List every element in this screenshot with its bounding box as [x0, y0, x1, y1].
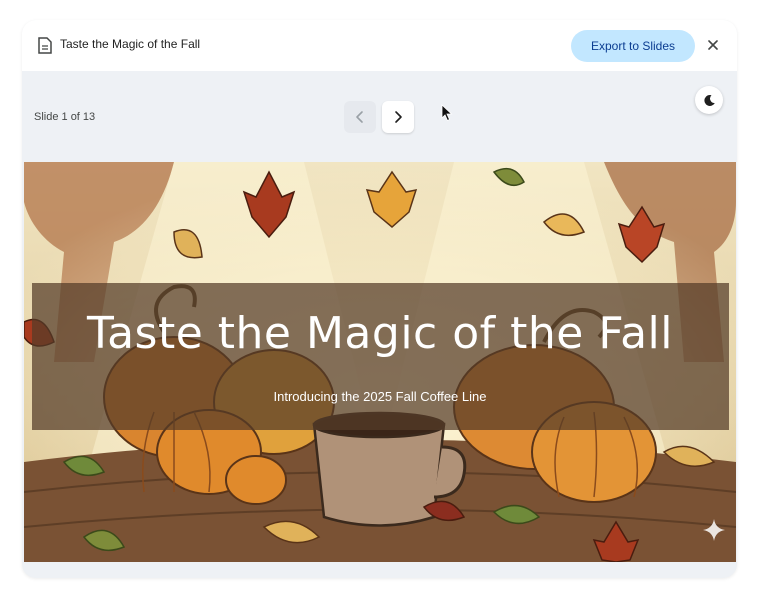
moon-icon — [703, 94, 715, 106]
dark-mode-toggle[interactable] — [695, 86, 723, 114]
close-icon — [708, 40, 718, 50]
slide-subtitle: Introducing the 2025 Fall Coffee Line — [273, 389, 487, 404]
export-to-slides-button[interactable]: Export to Slides — [571, 30, 695, 62]
mouse-cursor-icon — [441, 104, 453, 122]
document-icon — [38, 37, 52, 54]
slide-title: Taste the Magic of the Fall — [86, 308, 673, 359]
next-slide-button[interactable] — [382, 101, 414, 133]
sparkle-icon — [703, 519, 725, 541]
slides-preview-panel: Taste the Magic of the Fall Export to Sl… — [22, 20, 737, 578]
chevron-right-icon — [395, 111, 402, 123]
chevron-left-icon — [356, 111, 363, 123]
slide-counter: Slide 1 of 13 — [34, 111, 96, 123]
preview-header: Taste the Magic of the Fall Export to Sl… — [22, 20, 737, 71]
slide-canvas: Taste the Magic of the Fall Introducing … — [24, 162, 736, 562]
close-button[interactable] — [702, 34, 724, 56]
document-title: Taste the Magic of the Fall — [60, 37, 201, 51]
previous-slide-button[interactable] — [344, 101, 376, 133]
